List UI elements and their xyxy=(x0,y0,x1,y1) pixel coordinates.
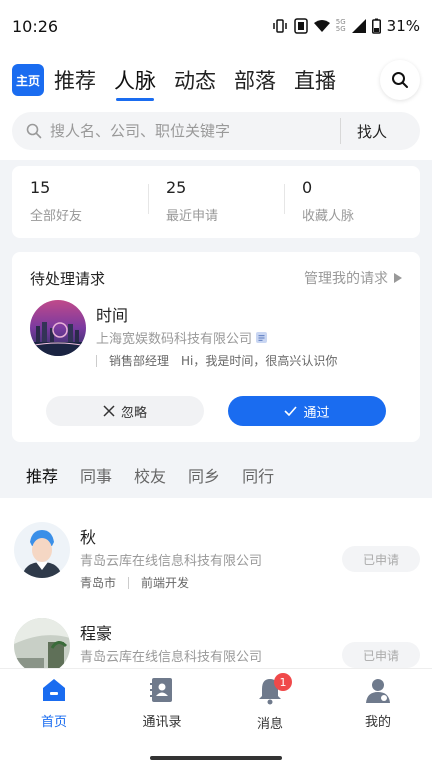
manage-requests-link[interactable]: 管理我的请求 xyxy=(304,268,402,288)
nav-messages-label: 消息 xyxy=(256,717,283,732)
pending-requests-card: 待处理请求 管理我的请求 时间 上海宽娱数码科技有限公司 销售部经理 Hi，我是… xyxy=(12,252,420,442)
list-item[interactable]: 秋 青岛云库在线信息科技有限公司 青岛市 前端开发 已申请 xyxy=(0,522,432,617)
nav-me[interactable]: 我的 xyxy=(324,677,432,730)
search-button[interactable] xyxy=(380,60,420,100)
divider xyxy=(128,576,130,589)
person-name: 秋 xyxy=(80,528,97,547)
ignore-label: 忽略 xyxy=(120,405,147,421)
requester-meta: 销售部经理 Hi，我是时间，很高兴认识你 xyxy=(96,352,337,369)
search-icon xyxy=(392,72,408,88)
subtab-hometown[interactable]: 同乡 xyxy=(188,463,220,487)
search-input[interactable] xyxy=(50,122,340,140)
ignore-button[interactable]: 忽略 xyxy=(46,396,204,426)
list-item[interactable]: 程豪 青岛云库在线信息科技有限公司 已申请 xyxy=(0,618,432,668)
accept-label: 通过 xyxy=(303,405,330,421)
requester-company: 上海宽娱数码科技有限公司 xyxy=(96,328,268,347)
applied-button[interactable]: 已申请 xyxy=(342,642,420,668)
play-arrow-icon xyxy=(394,273,402,283)
nav-me-label: 我的 xyxy=(364,715,391,730)
tab-tribe[interactable]: 部落 xyxy=(234,65,276,95)
nfc-icon xyxy=(294,18,308,34)
battery-icon xyxy=(371,18,381,34)
person-meta: 青岛市 前端开发 xyxy=(80,574,189,591)
close-icon xyxy=(103,405,115,417)
stat-recent-requests[interactable]: 25 最近申请 xyxy=(148,178,284,226)
home-indicator xyxy=(150,756,282,760)
nav-home[interactable]: 首页 xyxy=(0,677,108,730)
person-position: 前端开发 xyxy=(141,576,190,590)
battery-percent: 31% xyxy=(386,17,420,35)
home-icon xyxy=(43,679,65,701)
tab-live[interactable]: 直播 xyxy=(294,65,336,95)
person-company: 青岛云库在线信息科技有限公司 xyxy=(80,650,263,665)
verified-company-icon xyxy=(256,332,268,343)
find-people-button[interactable]: 找人 xyxy=(341,121,403,142)
nav-contacts[interactable]: 通讯录 xyxy=(108,677,216,730)
status-icons: 5G 5G 31% xyxy=(272,17,420,35)
nav-tabs: 推荐 人脉 动态 部落 直播 xyxy=(54,65,336,101)
sub-tabs: 推荐 同事 校友 同乡 同行 xyxy=(0,452,432,498)
status-bar: 10:26 5G 5G 31% xyxy=(0,0,432,52)
contacts-icon xyxy=(150,678,172,702)
signal-icon xyxy=(351,19,366,33)
requester-position: 销售部经理 xyxy=(109,354,170,368)
nav-contacts-label: 通讯录 xyxy=(142,715,182,730)
check-icon xyxy=(284,406,298,416)
wifi-icon xyxy=(313,19,330,33)
status-time: 10:26 xyxy=(12,16,59,36)
person-company: 青岛云库在线信息科技有限公司 xyxy=(80,554,263,569)
stats-card: 15 全部好友 25 最近申请 0 收藏人脉 xyxy=(12,166,420,238)
vibrate-icon xyxy=(272,19,288,33)
tab-feed[interactable]: 动态 xyxy=(174,65,216,95)
person-city: 青岛市 xyxy=(80,576,117,590)
accept-button[interactable]: 通过 xyxy=(228,396,386,426)
stat-value: 15 xyxy=(30,178,51,197)
requester-name: 时间 xyxy=(96,306,129,325)
bottom-nav: 首页 通讯录 1 消息 我的 xyxy=(0,668,432,768)
stat-all-friends[interactable]: 15 全部好友 xyxy=(12,178,148,226)
person-avatar[interactable] xyxy=(14,522,70,578)
subtab-colleagues[interactable]: 同事 xyxy=(80,463,112,487)
stat-value: 0 xyxy=(302,178,313,197)
nav-messages[interactable]: 1 消息 xyxy=(216,673,324,732)
stat-label: 收藏人脉 xyxy=(302,209,355,224)
subtab-industry[interactable]: 同行 xyxy=(242,463,274,487)
stat-label: 全部好友 xyxy=(30,209,83,224)
subtab-recommend[interactable]: 推荐 xyxy=(26,463,58,487)
requester-company-text: 上海宽娱数码科技有限公司 xyxy=(96,332,253,347)
subtab-alumni[interactable]: 校友 xyxy=(134,463,166,487)
requester-message: Hi，我是时间，很高兴认识你 xyxy=(181,354,338,368)
tab-connections[interactable]: 人脉 xyxy=(114,65,156,101)
applied-button[interactable]: 已申请 xyxy=(342,546,420,572)
tab-recommend[interactable]: 推荐 xyxy=(54,65,96,95)
manage-requests-label: 管理我的请求 xyxy=(304,271,388,287)
search-row: 找人 xyxy=(0,108,432,160)
divider xyxy=(96,354,97,367)
stat-saved-contacts[interactable]: 0 收藏人脉 xyxy=(284,178,420,226)
pending-title: 待处理请求 xyxy=(30,270,106,288)
network-label: 5G 5G xyxy=(335,18,346,33)
requester-avatar[interactable] xyxy=(30,300,86,356)
stat-label: 最近申请 xyxy=(166,209,219,224)
unread-badge: 1 xyxy=(274,673,292,691)
people-list: 秋 青岛云库在线信息科技有限公司 青岛市 前端开发 已申请 程豪 青岛云库在线信… xyxy=(0,498,432,668)
stat-value: 25 xyxy=(166,178,187,197)
search-box: 找人 xyxy=(12,112,420,150)
person-name: 程豪 xyxy=(80,624,113,643)
top-nav: 主页 推荐 人脉 动态 部落 直播 xyxy=(0,52,432,108)
user-icon xyxy=(366,679,390,703)
person-avatar[interactable] xyxy=(14,618,70,668)
home-badge[interactable]: 主页 xyxy=(12,64,44,96)
nav-home-label: 首页 xyxy=(40,715,67,730)
search-icon xyxy=(26,123,42,139)
